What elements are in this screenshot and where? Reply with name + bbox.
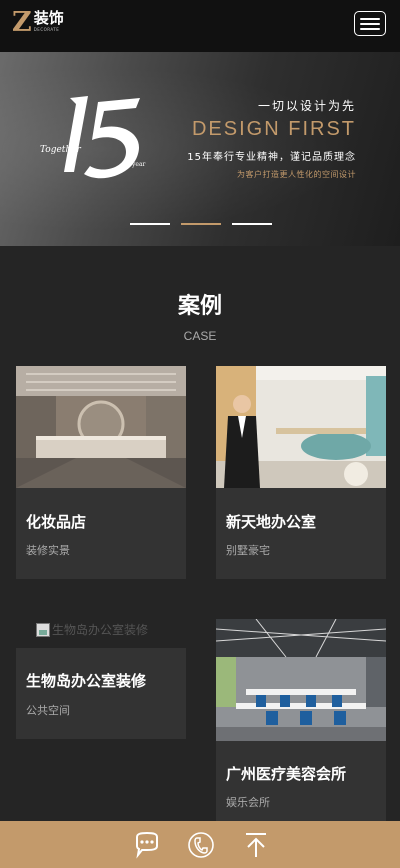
case-title[interactable]: 生物岛办公室装修 <box>26 670 146 691</box>
logo-en: DECORATE <box>33 27 60 32</box>
header: Z 装饰 DECORATE <box>0 0 400 52</box>
carousel-indicators <box>130 223 272 225</box>
logo-cn: 装饰 <box>33 9 64 27</box>
case-image[interactable] <box>16 366 186 488</box>
menu-line <box>360 22 380 25</box>
logo-letter: Z <box>12 7 32 38</box>
hamburger-menu-icon[interactable] <box>354 11 386 36</box>
carousel-dot-2[interactable] <box>181 223 221 225</box>
case-card[interactable]: 新天地办公室 别墅豪宅 <box>216 366 386 579</box>
office-photo <box>216 366 386 488</box>
banner-headline: DESIGN FIRST <box>191 118 356 140</box>
back-to-top-icon[interactable] <box>242 831 270 859</box>
case-tag: 别墅豪宅 <box>226 544 270 557</box>
phone-icon[interactable] <box>187 831 215 859</box>
case-card[interactable]: 化妆品店 装修实景 <box>16 366 186 579</box>
carousel-dot-3[interactable] <box>232 223 272 225</box>
fifteen-years-emblem: Together year <box>40 96 146 179</box>
broken-image[interactable]: 生物岛办公室装修 <box>36 621 148 638</box>
case-title[interactable]: 广州医疗美容会所 <box>226 763 346 784</box>
banner-slogan: 一切以设计为先 <box>257 99 356 113</box>
banner-line1: 15年奉行专业精神，谨记品质理念 <box>187 152 356 163</box>
logo-text: 装饰 DECORATE <box>34 10 64 33</box>
case-image[interactable] <box>216 619 386 741</box>
broken-image-icon <box>36 622 50 637</box>
case-title[interactable]: 新天地办公室 <box>226 511 316 532</box>
case-image[interactable] <box>216 366 386 488</box>
cosmetics-store-photo <box>16 366 186 488</box>
chat-icon[interactable] <box>133 831 161 859</box>
carousel-dot-1[interactable] <box>130 223 170 225</box>
menu-line <box>360 17 380 20</box>
logo[interactable]: Z 装饰 DECORATE <box>12 7 64 38</box>
bottom-toolbar <box>0 821 400 868</box>
hero-banner[interactable]: Together year 一切以设计为先 DESIGN FIRST 15年奉行… <box>0 52 400 246</box>
open-office-photo <box>216 619 386 741</box>
section-title: 案例 <box>177 294 222 319</box>
case-title[interactable]: 化妆品店 <box>26 511 86 532</box>
broken-image-alt: 生物岛办公室装修 <box>52 623 149 637</box>
case-tag: 公共空间 <box>26 704 70 717</box>
section-subtitle: CASE <box>183 329 217 343</box>
case-card[interactable]: 广州医疗美容会所 娱乐会所 <box>216 619 386 822</box>
banner-line2: 为客户打造更人性化的空间设计 <box>237 170 356 179</box>
emblem-year: year <box>131 161 146 168</box>
case-tag: 娱乐会所 <box>226 796 270 809</box>
emblem-one <box>64 96 88 172</box>
case-tag: 装修实景 <box>26 544 70 557</box>
emblem-together: Together <box>40 145 82 155</box>
menu-line <box>360 27 380 30</box>
case-card[interactable]: 生物岛办公室装修 公共空间 <box>16 648 186 739</box>
